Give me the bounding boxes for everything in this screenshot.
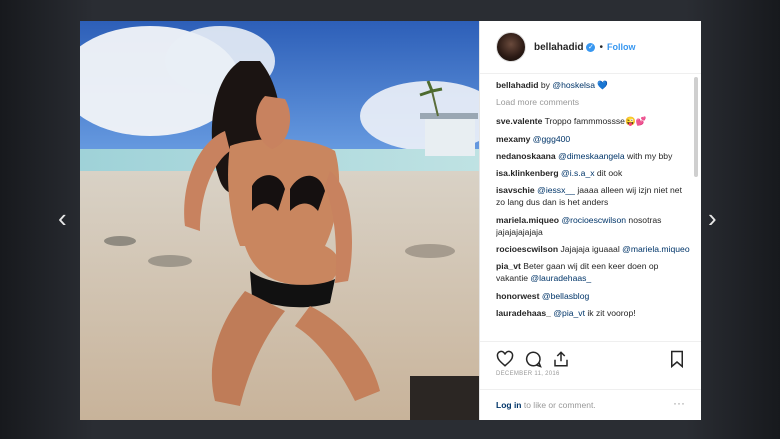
comment-username[interactable]: isavschie [496,185,535,195]
comment-username[interactable]: mariela.miqueo [496,215,559,225]
comment-mention[interactable]: @rocioescwilson [561,215,626,225]
chevron-left-icon[interactable]: ‹ [58,205,67,231]
comment-item: isavschie @iessx__ jaaaa alleen wij izjn… [496,184,691,208]
comment-mention[interactable]: @iessx__ [537,185,575,195]
post-photo[interactable] [80,21,479,420]
share-icon[interactable] [552,350,570,368]
caption-emoji: 💙 [597,80,609,90]
comment-item: pia_vt Beter gaan wij dit een keer doen … [496,260,691,284]
comment-username[interactable]: sve.valente [496,116,542,126]
comment-username[interactable]: nedanoskaana [496,151,556,161]
comment-mention[interactable]: @dimeskaangela [558,151,625,161]
comment-mention[interactable]: @ggg400 [533,134,570,144]
comment-item: mexamy @ggg400 [496,133,691,145]
caption-mention[interactable]: @hoskelsa [552,80,595,90]
comment-mention[interactable]: @lauradehaas_ [530,273,591,283]
comment-text: Troppo fammmossse😜💕 [542,116,647,127]
comment-text-after: ik zit voorop! [584,307,636,318]
comment-username[interactable]: mexamy [496,134,530,144]
comment-item: lauradehaas_ @pia_vt ik zit voorop! [496,307,691,319]
comment-text-after: dit ook [594,168,623,179]
caption-text: by [538,80,553,90]
comment-mention[interactable]: @bellasblog [542,291,589,301]
comments-scrollbar[interactable] [694,77,698,177]
post-header: bellahadid ✓ • Follow [480,21,701,74]
post-side-panel: bellahadid ✓ • Follow bellahadid by @hos… [479,21,701,420]
login-bar: Log in to like or comment. ··· [480,389,701,421]
comment-text-after: with my bby [624,150,673,161]
post-modal: bellahadid ✓ • Follow bellahadid by @hos… [80,21,701,420]
comment-username[interactable]: isa.klinkenberg [496,168,559,178]
comment-item: isa.klinkenberg @i.s.a_x dit ook [496,167,691,179]
heart-icon[interactable] [496,350,514,368]
comment-icon[interactable] [524,350,542,368]
comment-item: mariela.miqueo @rocioescwilson nosotras … [496,214,691,238]
header-username[interactable]: bellahadid [534,42,583,53]
login-prompt-text: to like or comment. [521,400,596,410]
comment-username[interactable]: lauradehaas_ [496,308,551,318]
action-bar [480,341,701,372]
comment-mention[interactable]: @mariela.miqueo [622,244,689,254]
comment-item: sve.valente Troppo fammmossse😜💕 [496,115,691,127]
comment-username[interactable]: honorwest [496,291,539,301]
caption: bellahadid by @hoskelsa 💙 [496,79,691,91]
more-options-icon[interactable]: ··· [673,396,685,410]
follow-button[interactable]: Follow [607,42,636,52]
comments-list[interactable]: bellahadid by @hoskelsa 💙 Load more comm… [496,79,691,341]
comment-item: nedanoskaana @dimeskaangela with my bby [496,150,691,162]
comment-item: honorwest @bellasblog [496,290,691,302]
comment-item: rocioescwilson Jajajaja iguaaal @mariela… [496,243,691,255]
avatar[interactable] [496,32,526,62]
caption-username[interactable]: bellahadid [496,80,539,90]
load-more-comments-button[interactable]: Load more comments [496,96,691,108]
bookmark-icon[interactable] [668,350,686,368]
verified-icon: ✓ [586,42,596,52]
comment-mention[interactable]: @i.s.a_x [561,168,595,178]
separator-dot: • [599,41,603,53]
comment-mention[interactable]: @pia_vt [553,308,585,318]
comment-username[interactable]: rocioescwilson [496,244,558,254]
beach-photo-image [80,21,479,420]
comment-text: Jajajaja iguaaal [558,244,623,255]
chevron-right-icon[interactable]: › [708,205,717,231]
comment-username[interactable]: pia_vt [496,261,521,271]
post-date: DECEMBER 11, 2016 [496,371,560,377]
login-prompt: Log in to like or comment. [496,400,596,410]
login-link[interactable]: Log in [496,400,522,410]
